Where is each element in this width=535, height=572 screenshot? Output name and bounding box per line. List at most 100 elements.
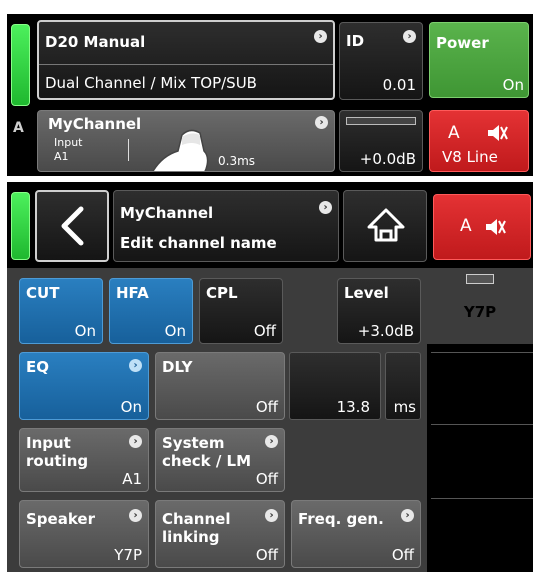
channel-side-letter: A [13,120,24,136]
id-button[interactable]: ID › 0.01 [339,22,423,100]
delay-value: 13.8 [336,398,370,416]
mute-letter: A [448,123,460,143]
mute-button[interactable]: A V8 Line [429,110,529,172]
top-screen: D20 Manual › Dual Channel / Mix TOP/SUB … [7,14,533,176]
level-meter [466,274,494,284]
input-routing-label-2: routing [26,452,89,470]
power-value: On [502,76,524,94]
channel-side-number-1: 1 [14,144,24,160]
tab-channel-c[interactable]: C Y-SUB [431,424,533,496]
home-button[interactable] [343,190,427,262]
channel-name: MyChannel [120,204,214,222]
tab-channel-b[interactable]: B Y7P [431,352,533,422]
cut-button[interactable]: CUT On [19,278,103,344]
freq-gen-label: Freq. gen. [298,510,384,528]
system-check-button[interactable]: System check / LM › Off [155,428,285,492]
cut-label: CUT [26,284,60,302]
channel-name-button[interactable]: MyChannel › Edit channel name [113,190,339,262]
power-button[interactable]: Power On [429,22,529,98]
gain-button[interactable]: +0.0dB [339,110,423,172]
mute-setup: V8 Line [442,148,498,166]
tab-channel-a[interactable]: Y7P [427,268,533,344]
freq-gen-button[interactable]: Freq. gen. › Off [291,500,421,568]
dly-button[interactable]: DLY Off [155,352,285,420]
tab-letter: D [475,513,489,533]
channel-subtitle: Edit channel name [120,234,277,252]
tab-letter: C [476,437,488,457]
level-button[interactable]: Level +3.0dB [337,278,421,344]
cpl-value: Off [253,322,276,340]
channel-input-value: A1 [54,150,69,163]
channel-name: MyChannel [48,115,142,133]
level-meter [346,117,416,125]
input-routing-button[interactable]: Input routing › A1 [19,428,149,492]
back-button[interactable] [35,190,109,262]
speaker-mute-icon [486,219,506,235]
status-led [11,24,30,106]
dly-value: Off [255,398,278,416]
channel-button[interactable]: MyChannel › Input A1 0.3ms [37,110,335,172]
power-label: Power [436,34,489,52]
divider [39,64,333,65]
tab-setup: Y7P [463,303,497,321]
eq-label: EQ [26,358,49,376]
chevron-right-icon: › [314,30,327,43]
chevron-right-icon: › [129,359,142,372]
bottom-screen: MyChannel › Edit channel name A CUT On H… [7,182,533,572]
channel-side-number-2: 2 [14,164,24,176]
preset-button[interactable]: D20 Manual › Dual Channel / Mix TOP/SUB [37,20,335,100]
gain-value: +0.0dB [359,150,416,168]
tab-setup: Y7P [468,392,496,410]
chevron-right-icon: › [129,509,142,522]
input-routing-label-1: Input [26,434,71,452]
home-icon [367,208,405,242]
channel-linking-value: Off [255,546,278,564]
chevron-right-icon: › [129,435,142,448]
tab-setup: Y-SUB [460,466,504,484]
chevron-left-icon [61,206,84,246]
finger-icon [152,129,209,171]
tab-channel-d[interactable]: D Y-SUB [431,498,533,572]
system-check-label-2: check / LM [162,452,252,470]
freq-gen-value: Off [391,546,414,564]
divider [128,139,129,161]
status-led [11,192,30,260]
chevron-right-icon: › [401,509,414,522]
channel-input-label: Input [54,136,83,149]
input-routing-value: A1 [122,470,142,488]
tab-setup: Y-SUB [460,542,504,560]
cut-value: On [74,322,96,340]
chevron-right-icon: › [315,116,328,129]
preset-mode: Dual Channel / Mix TOP/SUB [45,74,257,92]
tab-letter: B [476,363,488,383]
level-label: Level [344,284,389,302]
id-value: 0.01 [382,76,416,94]
system-check-label-1: System [162,434,225,452]
channel-linking-label-1: Channel [162,510,231,528]
mute-button[interactable]: A [433,194,531,260]
cpl-label: CPL [206,284,238,302]
chevron-right-icon: › [265,435,278,448]
chevron-right-icon: › [319,201,332,214]
hfa-value: On [164,322,186,340]
mute-letter: A [460,216,472,236]
hfa-button[interactable]: HFA On [109,278,193,344]
preset-title: D20 Manual [45,33,146,51]
dly-label: DLY [162,358,193,376]
hfa-label: HFA [116,284,149,302]
delay-unit: ms [393,398,416,416]
cpl-button[interactable]: CPL Off [199,278,283,344]
system-check-value: Off [255,470,278,488]
delay-unit-field[interactable]: ms [385,352,421,420]
chevron-right-icon: › [265,509,278,522]
delay-value-field[interactable]: 13.8 [289,352,381,420]
channel-linking-label-2: linking [162,528,220,546]
level-value: +3.0dB [357,322,414,340]
speaker-mute-icon [488,125,508,141]
channel-linking-button[interactable]: Channel linking › Off [155,500,285,568]
eq-value: On [120,398,142,416]
speaker-button[interactable]: Speaker › Y7P [19,500,149,568]
chevron-right-icon: › [403,30,416,43]
eq-button[interactable]: EQ › On [19,352,149,420]
speaker-label: Speaker [26,510,95,528]
